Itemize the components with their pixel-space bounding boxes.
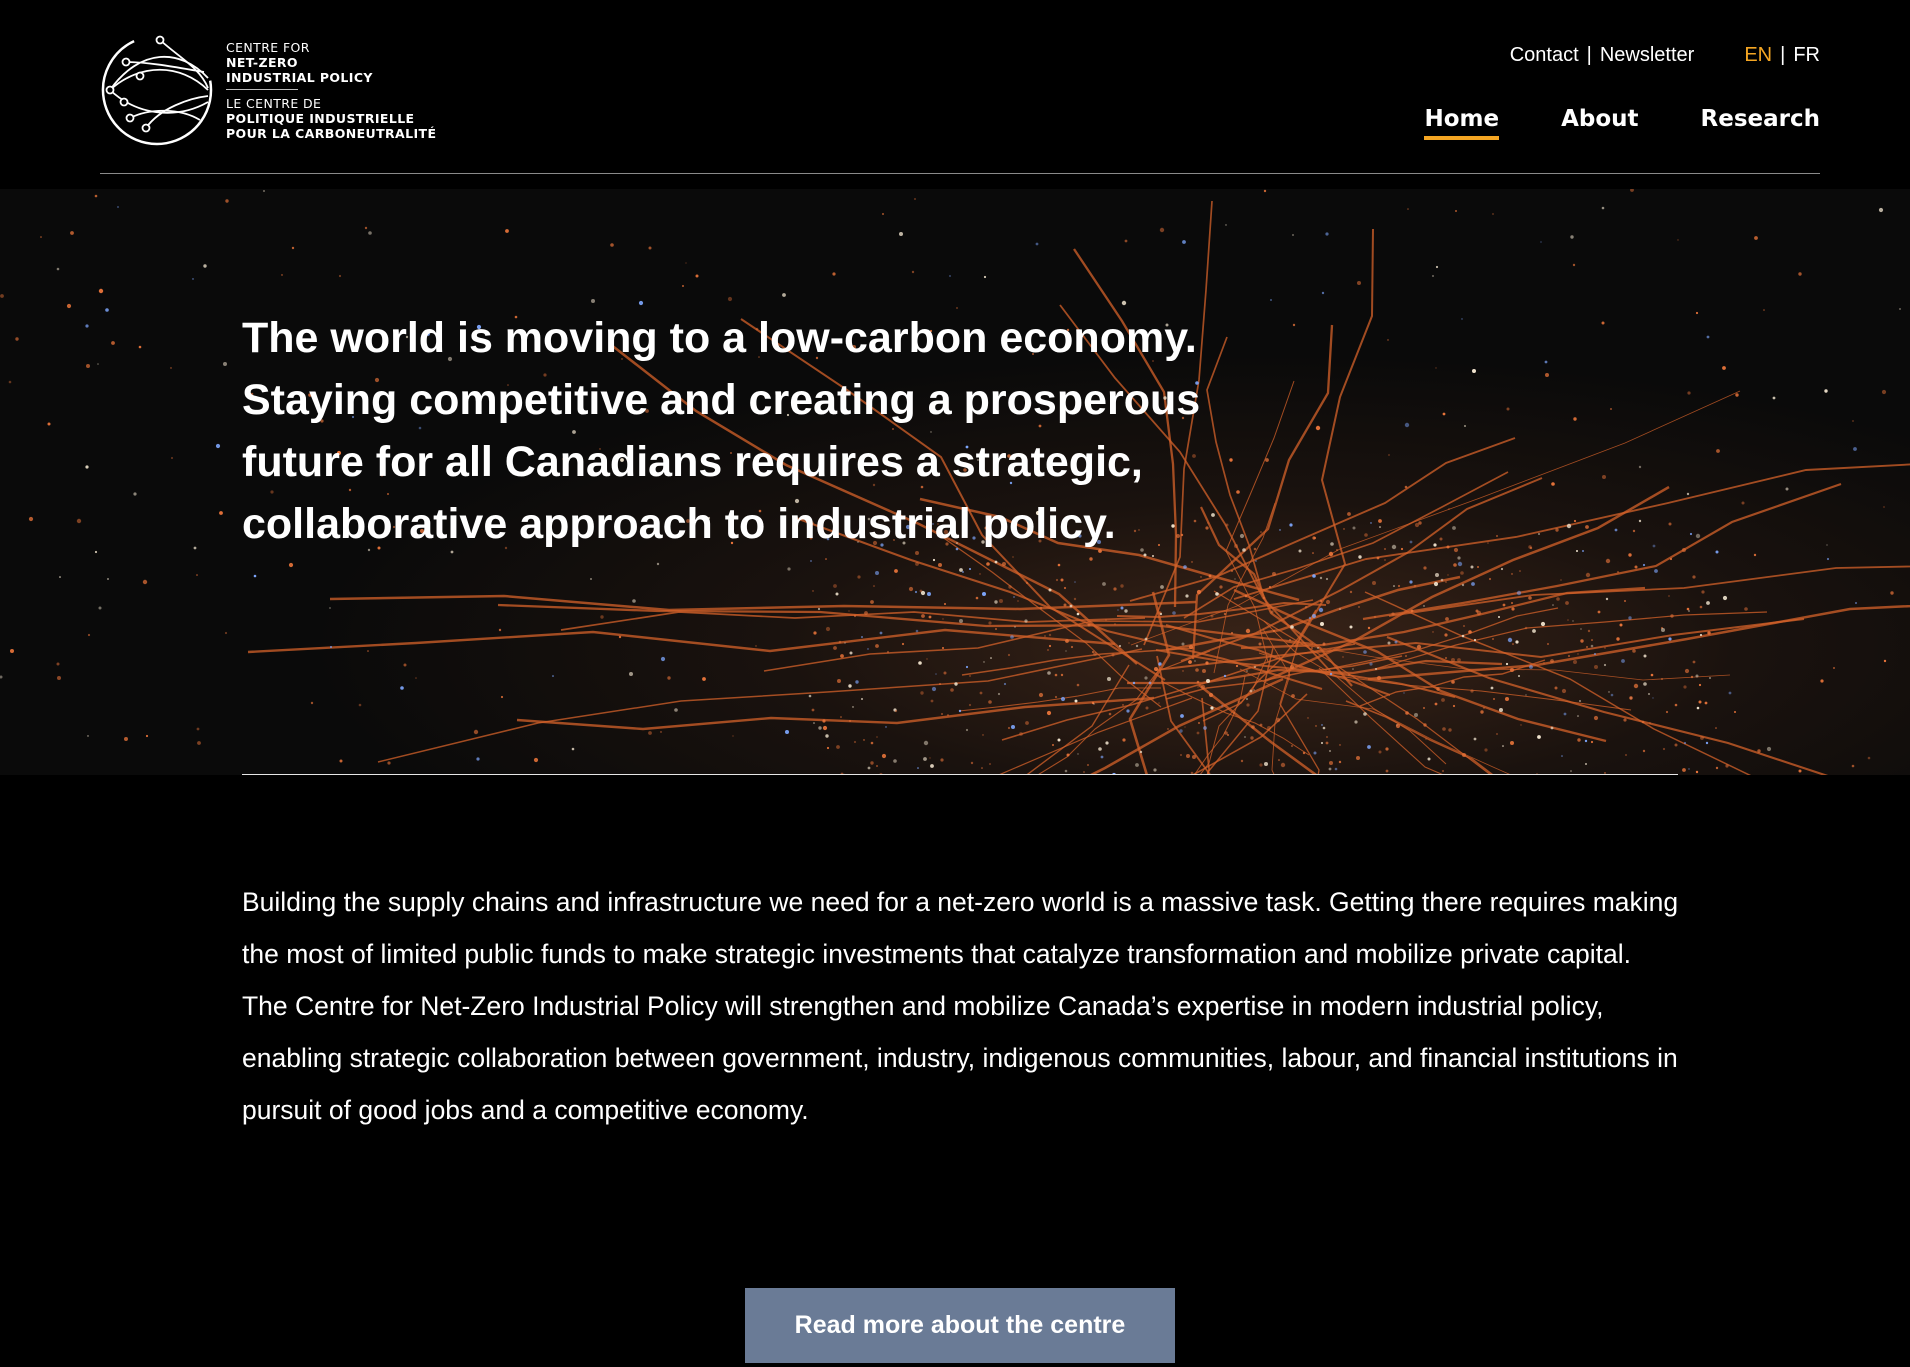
hero-divider: [242, 774, 1678, 775]
contact-link[interactable]: Contact: [1510, 44, 1579, 67]
logo-fr-line2: POLITIQUE INDUSTRIELLE: [226, 110, 415, 126]
circuit-globe-icon: [101, 34, 213, 146]
nav-about[interactable]: About: [1561, 106, 1638, 140]
logo-divider: [226, 88, 298, 90]
intro-paragraph: Building the supply chains and infrastru…: [242, 887, 1679, 1125]
site-header: CENTRE FOR NET-ZERO INDUSTRIAL POLICY LE…: [100, 0, 1820, 174]
logo-wordmark: CENTRE FOR NET-ZERO INDUSTRIAL POLICY LE…: [226, 40, 436, 141]
lang-en-link[interactable]: EN: [1744, 44, 1772, 67]
logo-fr-line3: POUR LA CARBONEUTRALITÉ: [226, 125, 437, 141]
hero-section: The world is moving to a low-carbon econ…: [0, 189, 1910, 775]
logo-en-line3: INDUSTRIAL POLICY: [226, 69, 373, 85]
lang-fr-link[interactable]: FR: [1793, 44, 1820, 67]
newsletter-link[interactable]: Newsletter: [1600, 44, 1694, 67]
nav-research[interactable]: Research: [1701, 106, 1820, 140]
page: CENTRE FOR NET-ZERO INDUSTRIAL POLICY LE…: [0, 0, 1910, 1367]
site-logo[interactable]: CENTRE FOR NET-ZERO INDUSTRIAL POLICY LE…: [100, 28, 436, 152]
main-nav: Home About Research: [1424, 106, 1820, 140]
logo-fr-line1: LE CENTRE DE: [226, 95, 322, 111]
nav-home[interactable]: Home: [1424, 106, 1500, 140]
intro-section: Building the supply chains and infrastru…: [242, 876, 1682, 1136]
read-more-button[interactable]: Read more about the centre: [745, 1288, 1175, 1363]
lang-separator: |: [1780, 44, 1786, 66]
logo-en-line1: CENTRE FOR: [226, 39, 310, 55]
utility-nav: Contact | Newsletter EN | FR: [1510, 44, 1820, 67]
utility-separator: |: [1586, 44, 1592, 66]
language-switcher: EN | FR: [1744, 44, 1820, 67]
logo-en-line2: NET-ZERO: [226, 54, 298, 70]
hero-headline: The world is moving to a low-carbon econ…: [242, 314, 1201, 548]
